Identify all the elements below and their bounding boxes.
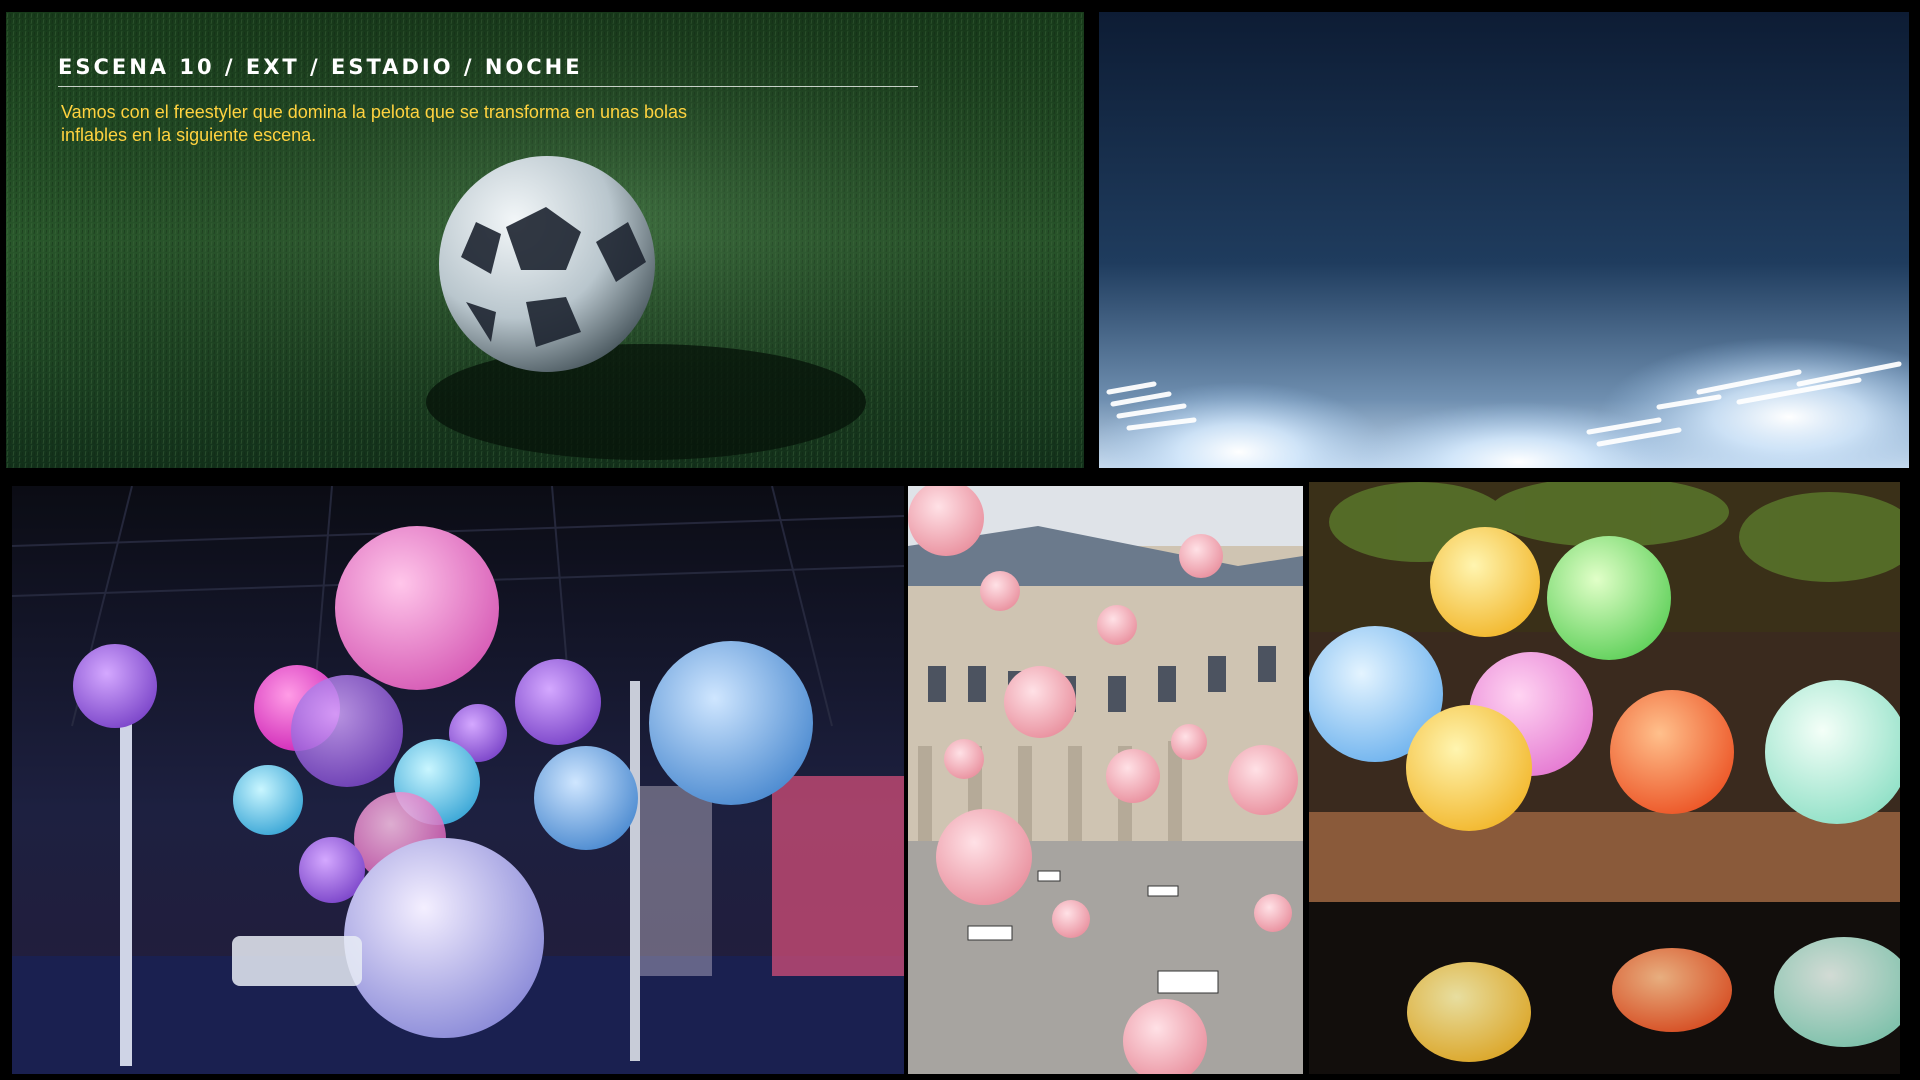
- photo-soccer-ball-grass: ESCENA 10 / EXT / ESTADIO / NOCHE Vamos …: [6, 12, 1084, 468]
- photo-event-hall-spheres: [12, 486, 904, 1074]
- pool-lamps-image: [1309, 482, 1900, 1074]
- scene-title: ESCENA 10 / EXT / ESTADIO / NOCHE: [58, 55, 583, 79]
- night-sky-image: [1099, 12, 1909, 468]
- title-underline: [58, 86, 918, 87]
- scene-description: Vamos con el freestyler que domina la pe…: [61, 102, 688, 145]
- photo-pool-sphere-lamps: [1309, 482, 1900, 1074]
- photo-stadium-night-sky: [1099, 12, 1909, 468]
- palais-royal-image: [908, 486, 1303, 1074]
- soccer-ball-image: [6, 12, 1084, 468]
- photo-palais-royal-balloons: [908, 486, 1303, 1074]
- event-hall-image: [12, 486, 904, 1074]
